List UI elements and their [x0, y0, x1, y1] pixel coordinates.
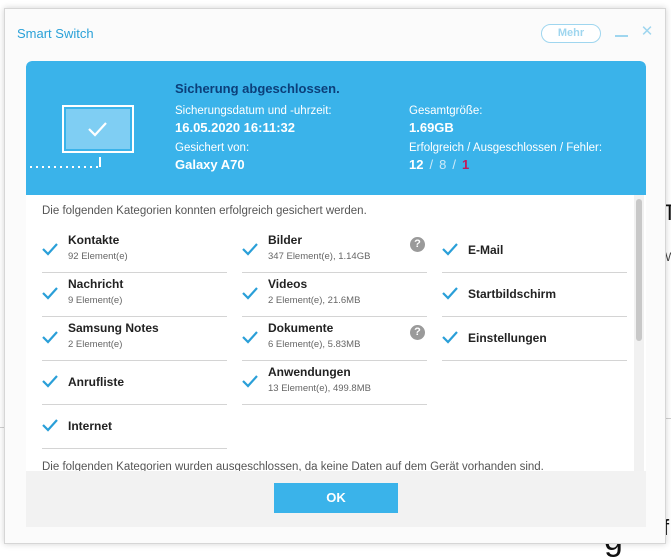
category-item: Nachricht 9 Element(e) — [42, 273, 227, 317]
backup-date-value: 16.05.2020 16:11:32 — [175, 120, 295, 135]
title-bar: Smart Switch Mehr ✕ — [5, 9, 665, 59]
category-item: Kontakte 92 Element(e) — [42, 229, 227, 273]
category-title: Bilder — [268, 233, 303, 247]
excluded-intro-text: Die folgenden Kategorien wurden ausgesch… — [42, 461, 544, 471]
help-icon[interactable]: ? — [410, 237, 425, 252]
category-item: Internet — [42, 405, 227, 449]
category-item: Dokumente 6 Element(e), 5.83MB ? — [242, 317, 427, 361]
backup-status-title: Sicherung abgeschlossen. — [175, 81, 340, 96]
checkmark-icon — [242, 243, 258, 256]
category-count: 13 Element(e), 499.8MB — [268, 383, 371, 394]
category-title: Internet — [68, 419, 113, 433]
counts-value: 12 / 8 / 1 — [409, 157, 469, 172]
category-item: Samsung Notes 2 Element(e) — [42, 317, 227, 361]
category-title: Samsung Notes — [68, 321, 159, 335]
category-title: Videos — [268, 277, 308, 291]
category-title: Anwendungen — [268, 365, 351, 379]
checkmark-icon — [442, 287, 458, 300]
category-count: 2 Element(e), 21.6MB — [268, 295, 361, 306]
device-label: Gesichert von: — [175, 142, 250, 154]
excluded-count: 8 — [439, 157, 447, 172]
checkmark-icon — [42, 287, 58, 300]
checkmark-icon — [42, 331, 58, 344]
category-count: 9 Element(e) — [68, 295, 123, 306]
checkmark-icon — [242, 375, 258, 388]
device-value: Galaxy A70 — [175, 157, 245, 172]
app-title: Smart Switch — [17, 26, 94, 41]
minimize-button[interactable] — [615, 35, 628, 37]
checkmark-icon — [42, 419, 58, 432]
category-count: 2 Element(e) — [68, 339, 123, 350]
category-item: Einstellungen — [442, 317, 627, 361]
error-count: 1 — [461, 157, 470, 172]
checkmark-icon — [242, 287, 258, 300]
checkmark-icon — [42, 375, 58, 388]
category-item: Anwendungen 13 Element(e), 499.8MB — [242, 361, 427, 405]
summary-header: Sicherung abgeschlossen. Sicherungsdatum… — [26, 61, 646, 195]
category-list: Die folgenden Kategorien konnten erfolgr… — [26, 195, 646, 471]
success-count: 12 — [409, 157, 424, 172]
backup-date-label: Sicherungsdatum und -uhrzeit: — [175, 105, 332, 117]
scrollbar[interactable] — [634, 195, 644, 471]
smart-switch-window: Smart Switch Mehr ✕ Sicherung abgeschlos… — [4, 8, 666, 544]
category-item: E-Mail — [442, 229, 627, 273]
category-count: 6 Element(e), 5.83MB — [268, 339, 361, 350]
backup-complete-dialog: Sicherung abgeschlossen. Sicherungsdatum… — [26, 61, 646, 527]
category-title: E-Mail — [468, 243, 504, 257]
success-intro-text: Die folgenden Kategorien konnten erfolgr… — [42, 205, 367, 217]
category-title: Einstellungen — [468, 331, 547, 345]
category-item: Bilder 347 Element(e), 1.14GB ? — [242, 229, 427, 273]
category-count: 347 Element(e), 1.14GB — [268, 251, 371, 262]
help-icon[interactable]: ? — [410, 325, 425, 340]
category-title: Anrufliste — [68, 375, 125, 389]
checkmark-icon — [442, 331, 458, 344]
category-item: Anrufliste — [42, 361, 227, 405]
laptop-icon — [30, 105, 134, 168]
dialog-footer: OK — [26, 471, 646, 527]
category-title: Dokumente — [268, 321, 334, 335]
close-button[interactable]: ✕ — [639, 24, 655, 40]
total-size-label: Gesamtgröße: — [409, 105, 483, 117]
category-item: Startbildschirm — [442, 273, 627, 317]
category-title: Kontakte — [68, 233, 120, 247]
more-button[interactable]: Mehr — [541, 24, 601, 43]
checkmark-icon — [42, 243, 58, 256]
scrollbar-thumb[interactable] — [636, 199, 642, 341]
total-size-value: 1.69GB — [409, 120, 454, 135]
checkmark-icon — [242, 331, 258, 344]
count-separator: / — [429, 157, 434, 172]
category-count: 92 Element(e) — [68, 251, 128, 262]
count-separator: / — [452, 157, 456, 172]
counts-label: Erfolgreich / Ausgeschlossen / Fehler: — [409, 142, 603, 154]
category-title: Startbildschirm — [468, 287, 557, 301]
category-title: Nachricht — [68, 277, 124, 291]
ok-button[interactable]: OK — [274, 483, 398, 513]
category-item: Videos 2 Element(e), 21.6MB — [242, 273, 427, 317]
checkmark-icon — [442, 243, 458, 256]
